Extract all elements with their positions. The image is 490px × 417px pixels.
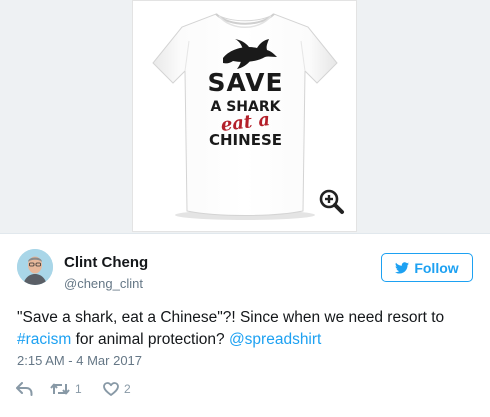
- shirt-print-line4: CHINESE: [209, 131, 282, 149]
- retweet-icon: [50, 383, 70, 395]
- reply-icon: [16, 382, 33, 396]
- tweet-text-line1: "Save a shark, eat a Chinese"?! Since wh…: [17, 309, 445, 326]
- follow-button-label: Follow: [414, 259, 459, 276]
- retweet-button[interactable]: 1: [50, 382, 82, 396]
- follow-button[interactable]: Follow: [381, 253, 473, 282]
- tweet-timestamp[interactable]: 2:15 AM - 4 Mar 2017: [17, 353, 142, 368]
- reply-button[interactable]: [16, 382, 33, 396]
- twitter-bird-icon: [395, 261, 410, 273]
- zoom-in-icon[interactable]: [317, 187, 347, 217]
- like-button[interactable]: 2: [103, 382, 131, 396]
- avatar-photo: [17, 249, 53, 285]
- tweet-text-middle: for animal protection?: [71, 331, 229, 348]
- media-divider: [0, 233, 490, 234]
- shirt-print-line1: SAVE: [207, 68, 284, 97]
- heart-icon: [103, 382, 119, 396]
- mention-link[interactable]: @spreadshirt: [229, 331, 321, 348]
- tweet-text: "Save a shark, eat a Chinese"?! Since wh…: [17, 307, 482, 351]
- product-image[interactable]: SAVE A SHARK eat a CHINESE: [132, 0, 357, 232]
- like-count: 2: [124, 382, 131, 396]
- retweet-count: 1: [75, 382, 82, 396]
- author-handle[interactable]: @cheng_clint: [64, 276, 143, 291]
- tweet-media[interactable]: SAVE A SHARK eat a CHINESE: [0, 0, 490, 233]
- author-display-name[interactable]: Clint Cheng: [64, 254, 148, 271]
- tweet-text-line2: #racism for animal protection? @spreadsh…: [17, 329, 482, 351]
- hashtag-link[interactable]: #racism: [17, 331, 71, 348]
- avatar[interactable]: [17, 249, 53, 285]
